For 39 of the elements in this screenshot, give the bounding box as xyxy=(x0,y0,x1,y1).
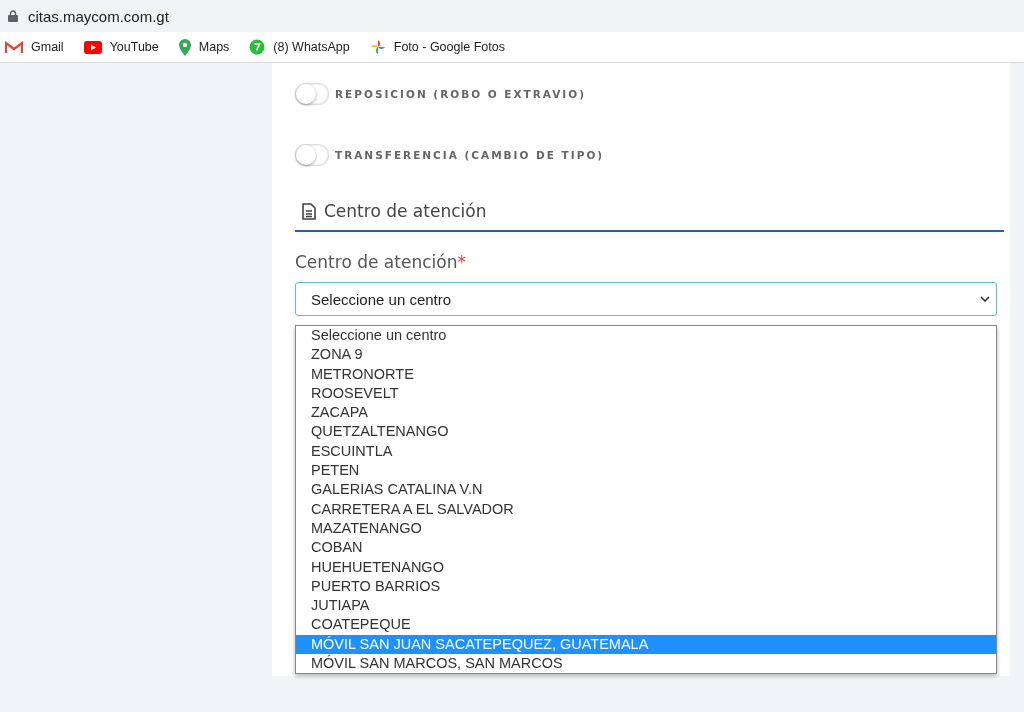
lock-icon xyxy=(8,10,18,22)
bookmark-link[interactable]: YouTube xyxy=(83,40,159,54)
center-select[interactable]: Seleccione un centro xyxy=(295,282,997,316)
section-title: Centro de atención xyxy=(324,201,487,221)
dropdown-option[interactable]: HUEHUETENANGO xyxy=(296,557,996,577)
dropdown-option[interactable]: MAZATENANGO xyxy=(296,518,996,539)
bookmark-link[interactable]: Gmail xyxy=(5,40,64,54)
dropdown-option[interactable]: ZONA 9 xyxy=(296,345,996,365)
dropdown-option[interactable]: PUERTO BARRIOS xyxy=(296,576,996,597)
toggle-label: TRANSFERENCIA (CAMBIO DE TIPO) xyxy=(335,149,605,161)
dropdown-option[interactable]: MÓVIL SAN MARCOS, SAN MARCOS xyxy=(296,654,996,674)
bookmark-link[interactable]: (8) WhatsApp xyxy=(249,39,350,55)
dropdown-option[interactable]: CARRETERA A EL SALVADOR xyxy=(296,499,996,519)
dropdown-option[interactable]: ROOSEVELT xyxy=(296,383,996,404)
address-bar-url[interactable]: citas.maycom.com.gt xyxy=(28,7,169,25)
required-asterisk: * xyxy=(457,252,466,272)
field-label: Centro de atención* xyxy=(295,252,467,272)
pinwheel-icon xyxy=(369,39,386,55)
dropdown-option[interactable]: QUETZALTENANGO xyxy=(296,422,996,442)
toggle-switch[interactable] xyxy=(295,144,329,166)
chevron-down-icon xyxy=(980,296,990,302)
dropdown-option[interactable]: COATEPEQUE xyxy=(296,615,996,635)
dropdown-option[interactable]: JUTIAPA xyxy=(296,596,996,616)
dropdown-option[interactable]: ESCUINTLA xyxy=(296,441,996,462)
toggle-label: REPOSICION (ROBO O EXTRAVIO) xyxy=(335,88,586,100)
play-icon xyxy=(83,40,102,54)
dropdown-option[interactable]: ZACAPA xyxy=(296,403,996,423)
dropdown-option[interactable]: METRONORTE xyxy=(296,364,996,384)
dropdown-option[interactable]: PETEN xyxy=(296,461,996,481)
bookmark-link[interactable]: Maps xyxy=(178,38,230,56)
chat-bubble-icon xyxy=(249,39,266,55)
dropdown-option[interactable]: COBAN xyxy=(296,538,996,558)
dropdown-option[interactable]: GALERIAS CATALINA V.N xyxy=(296,480,996,500)
document-icon xyxy=(302,202,316,220)
bookmark-link[interactable]: Foto - Google Fotos xyxy=(369,39,505,55)
map-pin-icon xyxy=(178,38,191,56)
toggle-switch[interactable] xyxy=(295,83,329,105)
dropdown-option[interactable]: Seleccione un centro xyxy=(296,326,996,346)
mail-icon xyxy=(5,40,23,54)
